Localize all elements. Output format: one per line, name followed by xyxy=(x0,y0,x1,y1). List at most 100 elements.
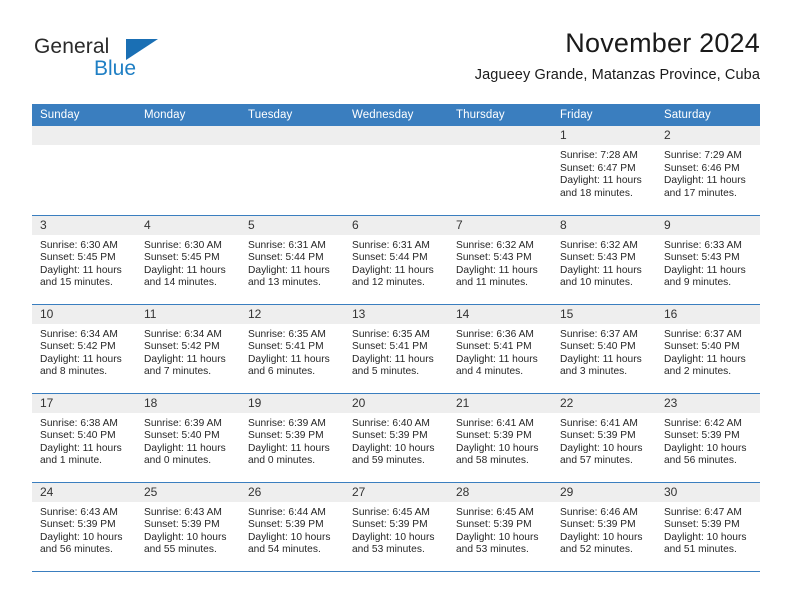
day-cell[interactable]: 4 Sunrise: 6:30 AM Sunset: 5:45 PM Dayli… xyxy=(136,215,240,305)
sunset-text: Sunset: 5:39 PM xyxy=(248,430,324,442)
calendar-header-row: Sunday Monday Tuesday Wednesday Thursday… xyxy=(32,104,760,126)
calendar-week-row: 3 Sunrise: 6:30 AM Sunset: 5:45 PM Dayli… xyxy=(32,215,760,305)
day-number: 27 xyxy=(344,482,448,502)
weekday-header-saturday: Saturday xyxy=(656,104,760,126)
day-cell[interactable]: 19 Sunrise: 6:39 AM Sunset: 5:39 PM Dayl… xyxy=(240,393,344,483)
page-subtitle: Jagueey Grande, Matanzas Province, Cuba xyxy=(474,67,760,84)
day-number xyxy=(344,126,448,145)
day-number xyxy=(240,126,344,145)
day-number: 4 xyxy=(136,215,240,235)
day-cell[interactable]: 30 Sunrise: 6:47 AM Sunset: 5:39 PM Dayl… xyxy=(656,482,760,572)
weekday-header-thursday: Thursday xyxy=(448,104,552,126)
daylight-text-line2: and 0 minutes. xyxy=(248,455,316,467)
daylight-text-line1: Daylight: 11 hours xyxy=(456,353,538,365)
day-cell[interactable]: 23 Sunrise: 6:42 AM Sunset: 5:39 PM Dayl… xyxy=(656,393,760,483)
sunrise-text: Sunrise: 6:37 AM xyxy=(560,328,638,340)
day-number: 30 xyxy=(656,482,760,502)
day-cell[interactable]: 15 Sunrise: 6:37 AM Sunset: 5:40 PM Dayl… xyxy=(552,304,656,394)
daylight-text-line2: and 9 minutes. xyxy=(664,277,732,289)
sunrise-text: Sunrise: 6:31 AM xyxy=(248,239,326,251)
day-cell[interactable]: 27 Sunrise: 6:45 AM Sunset: 5:39 PM Dayl… xyxy=(344,482,448,572)
day-cell[interactable]: 18 Sunrise: 6:39 AM Sunset: 5:40 PM Dayl… xyxy=(136,393,240,483)
sunset-text: Sunset: 5:43 PM xyxy=(456,252,532,264)
daylight-text-line2: and 52 minutes. xyxy=(560,544,633,556)
day-cell[interactable]: 21 Sunrise: 6:41 AM Sunset: 5:39 PM Dayl… xyxy=(448,393,552,483)
day-cell[interactable]: 13 Sunrise: 6:35 AM Sunset: 5:41 PM Dayl… xyxy=(344,304,448,394)
day-details: Sunrise: 6:33 AM Sunset: 5:43 PM Dayligh… xyxy=(656,235,760,290)
day-cell[interactable]: 16 Sunrise: 6:37 AM Sunset: 5:40 PM Dayl… xyxy=(656,304,760,394)
daylight-text-line2: and 18 minutes. xyxy=(560,187,633,199)
day-details: Sunrise: 6:47 AM Sunset: 5:39 PM Dayligh… xyxy=(656,502,760,557)
daylight-text-line2: and 14 minutes. xyxy=(144,277,217,289)
daylight-text-line1: Daylight: 10 hours xyxy=(456,442,539,454)
daylight-text-line1: Daylight: 11 hours xyxy=(664,353,746,365)
day-number: 17 xyxy=(32,393,136,413)
sunrise-text: Sunrise: 6:36 AM xyxy=(456,328,534,340)
daylight-text-line1: Daylight: 11 hours xyxy=(248,264,330,276)
day-cell[interactable]: 25 Sunrise: 6:43 AM Sunset: 5:39 PM Dayl… xyxy=(136,482,240,572)
sunset-text: Sunset: 5:41 PM xyxy=(248,341,324,353)
day-number: 5 xyxy=(240,215,344,235)
day-cell[interactable]: 5 Sunrise: 6:31 AM Sunset: 5:44 PM Dayli… xyxy=(240,215,344,305)
daylight-text-line2: and 11 minutes. xyxy=(456,277,529,289)
day-cell[interactable]: 17 Sunrise: 6:38 AM Sunset: 5:40 PM Dayl… xyxy=(32,393,136,483)
sunset-text: Sunset: 5:39 PM xyxy=(352,519,428,531)
day-details: Sunrise: 6:30 AM Sunset: 5:45 PM Dayligh… xyxy=(136,235,240,290)
day-details: Sunrise: 6:31 AM Sunset: 5:44 PM Dayligh… xyxy=(344,235,448,290)
day-number: 14 xyxy=(448,304,552,324)
sunset-text: Sunset: 5:39 PM xyxy=(456,519,532,531)
day-details: Sunrise: 6:44 AM Sunset: 5:39 PM Dayligh… xyxy=(240,502,344,557)
sunrise-text: Sunrise: 6:35 AM xyxy=(248,328,326,340)
sunrise-text: Sunrise: 6:31 AM xyxy=(352,239,430,251)
day-cell[interactable]: 11 Sunrise: 6:34 AM Sunset: 5:42 PM Dayl… xyxy=(136,304,240,394)
sunset-text: Sunset: 5:39 PM xyxy=(144,519,220,531)
day-cell[interactable]: 3 Sunrise: 6:30 AM Sunset: 5:45 PM Dayli… xyxy=(32,215,136,305)
sunset-text: Sunset: 5:45 PM xyxy=(144,252,220,264)
day-details: Sunrise: 7:28 AM Sunset: 6:47 PM Dayligh… xyxy=(552,145,656,200)
calendar-week-row: 10 Sunrise: 6:34 AM Sunset: 5:42 PM Dayl… xyxy=(32,304,760,394)
day-cell[interactable]: 26 Sunrise: 6:44 AM Sunset: 5:39 PM Dayl… xyxy=(240,482,344,572)
day-cell[interactable]: 7 Sunrise: 6:32 AM Sunset: 5:43 PM Dayli… xyxy=(448,215,552,305)
daylight-text-line1: Daylight: 10 hours xyxy=(664,531,747,543)
daylight-text-line2: and 13 minutes. xyxy=(248,277,321,289)
day-details: Sunrise: 6:41 AM Sunset: 5:39 PM Dayligh… xyxy=(552,413,656,468)
day-cell[interactable]: 29 Sunrise: 6:46 AM Sunset: 5:39 PM Dayl… xyxy=(552,482,656,572)
day-cell[interactable]: 28 Sunrise: 6:45 AM Sunset: 5:39 PM Dayl… xyxy=(448,482,552,572)
day-number: 15 xyxy=(552,304,656,324)
day-details: Sunrise: 6:32 AM Sunset: 5:43 PM Dayligh… xyxy=(552,235,656,290)
day-cell[interactable]: 22 Sunrise: 6:41 AM Sunset: 5:39 PM Dayl… xyxy=(552,393,656,483)
daylight-text-line1: Daylight: 11 hours xyxy=(40,264,122,276)
calendar-table: Sunday Monday Tuesday Wednesday Thursday… xyxy=(32,104,760,572)
day-cell[interactable]: 24 Sunrise: 6:43 AM Sunset: 5:39 PM Dayl… xyxy=(32,482,136,572)
day-cell[interactable]: 2 Sunrise: 7:29 AM Sunset: 6:46 PM Dayli… xyxy=(656,126,760,216)
day-details: Sunrise: 6:30 AM Sunset: 5:45 PM Dayligh… xyxy=(32,235,136,290)
daylight-text-line2: and 17 minutes. xyxy=(664,187,737,199)
sunset-text: Sunset: 5:43 PM xyxy=(664,252,740,264)
day-details: Sunrise: 6:35 AM Sunset: 5:41 PM Dayligh… xyxy=(344,324,448,379)
daylight-text-line2: and 53 minutes. xyxy=(352,544,425,556)
daylight-text-line2: and 2 minutes. xyxy=(664,366,732,378)
daylight-text-line1: Daylight: 11 hours xyxy=(560,264,642,276)
day-details: Sunrise: 6:34 AM Sunset: 5:42 PM Dayligh… xyxy=(32,324,136,379)
sunset-text: Sunset: 5:39 PM xyxy=(248,519,324,531)
day-cell[interactable]: 14 Sunrise: 6:36 AM Sunset: 5:41 PM Dayl… xyxy=(448,304,552,394)
day-details: Sunrise: 6:43 AM Sunset: 5:39 PM Dayligh… xyxy=(32,502,136,557)
daylight-text-line1: Daylight: 10 hours xyxy=(456,531,539,543)
day-cell[interactable]: 20 Sunrise: 6:40 AM Sunset: 5:39 PM Dayl… xyxy=(344,393,448,483)
day-cell[interactable]: 12 Sunrise: 6:35 AM Sunset: 5:41 PM Dayl… xyxy=(240,304,344,394)
daylight-text-line1: Daylight: 11 hours xyxy=(40,442,122,454)
sunset-text: Sunset: 5:39 PM xyxy=(456,430,532,442)
day-cell[interactable]: 6 Sunrise: 6:31 AM Sunset: 5:44 PM Dayli… xyxy=(344,215,448,305)
daylight-text-line1: Daylight: 11 hours xyxy=(456,264,538,276)
sunset-text: Sunset: 5:39 PM xyxy=(664,430,740,442)
day-cell[interactable]: 9 Sunrise: 6:33 AM Sunset: 5:43 PM Dayli… xyxy=(656,215,760,305)
calendar-week-row: 24 Sunrise: 6:43 AM Sunset: 5:39 PM Dayl… xyxy=(32,482,760,572)
day-number: 21 xyxy=(448,393,552,413)
day-cell[interactable]: 1 Sunrise: 7:28 AM Sunset: 6:47 PM Dayli… xyxy=(552,126,656,216)
day-cell[interactable]: 8 Sunrise: 6:32 AM Sunset: 5:43 PM Dayli… xyxy=(552,215,656,305)
day-details: Sunrise: 6:45 AM Sunset: 5:39 PM Dayligh… xyxy=(344,502,448,557)
day-cell-empty xyxy=(344,126,448,216)
day-details: Sunrise: 6:40 AM Sunset: 5:39 PM Dayligh… xyxy=(344,413,448,468)
day-cell[interactable]: 10 Sunrise: 6:34 AM Sunset: 5:42 PM Dayl… xyxy=(32,304,136,394)
weekday-header-friday: Friday xyxy=(552,104,656,126)
